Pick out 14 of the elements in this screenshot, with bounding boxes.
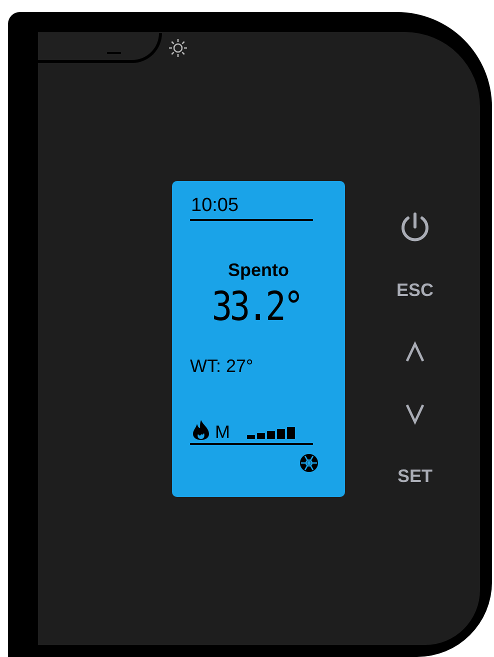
chevron-down-icon bbox=[404, 403, 426, 425]
water-temperature: WT: 27° bbox=[190, 355, 254, 377]
status-text: Spento bbox=[227, 259, 290, 281]
brightness-icon bbox=[168, 38, 188, 58]
snowflake-icon bbox=[299, 453, 319, 473]
clock-time: 10:05 bbox=[190, 195, 240, 217]
chevron-up-icon bbox=[404, 341, 426, 363]
power-mode: M bbox=[215, 423, 230, 441]
key-button[interactable]: ESC bbox=[385, 259, 445, 321]
temperature-reading: 33.2° bbox=[210, 285, 302, 329]
flame-icon bbox=[190, 419, 212, 441]
power-bars-icon bbox=[247, 427, 295, 439]
key-button[interactable]: SET bbox=[385, 445, 445, 507]
minus-icon bbox=[107, 52, 121, 54]
